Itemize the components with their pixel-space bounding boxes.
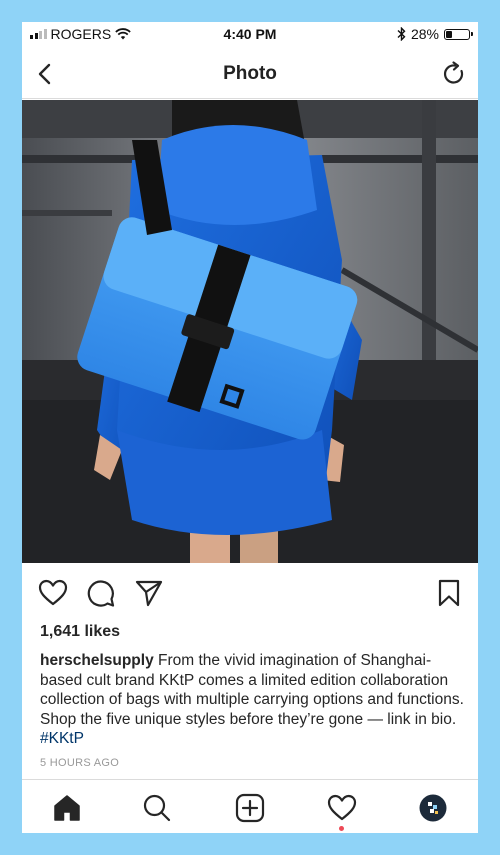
status-bar: ROGERS 4:40 PM 28% xyxy=(22,22,478,48)
caption-username[interactable]: herschelsupply xyxy=(40,652,154,669)
post-caption: herschelsupply From the vivid imaginatio… xyxy=(40,651,465,749)
navigation-bar: Photo xyxy=(22,50,478,99)
post-actions xyxy=(22,570,478,614)
post-photo-illustration xyxy=(22,100,478,563)
battery-icon xyxy=(444,28,473,40)
caption-hashtag[interactable]: #KKtP xyxy=(40,730,84,747)
share-icon[interactable] xyxy=(134,578,164,608)
phone-screen: ROGERS 4:40 PM 28% Photo 1,641 likes her… xyxy=(22,22,478,833)
search-icon[interactable] xyxy=(142,793,172,823)
refresh-icon[interactable] xyxy=(440,60,468,88)
activity-notification-dot xyxy=(339,826,344,831)
add-post-icon[interactable] xyxy=(235,793,265,823)
bluetooth-icon xyxy=(397,27,406,41)
battery-percent: 28% xyxy=(410,26,439,42)
tab-bar xyxy=(22,779,478,833)
heart-icon[interactable] xyxy=(38,578,68,608)
activity-heart-icon[interactable] xyxy=(327,793,357,823)
bookmark-icon[interactable] xyxy=(434,578,464,608)
post-photo[interactable] xyxy=(22,100,478,563)
profile-avatar[interactable] xyxy=(418,793,448,823)
likes-count[interactable]: 1,641 likes xyxy=(40,623,120,641)
status-right: 28% xyxy=(397,26,473,42)
comment-icon[interactable] xyxy=(86,578,116,608)
post-timestamp: 5 HOURS AGO xyxy=(40,757,120,769)
page-title: Photo xyxy=(223,63,277,84)
home-icon[interactable] xyxy=(52,793,82,823)
